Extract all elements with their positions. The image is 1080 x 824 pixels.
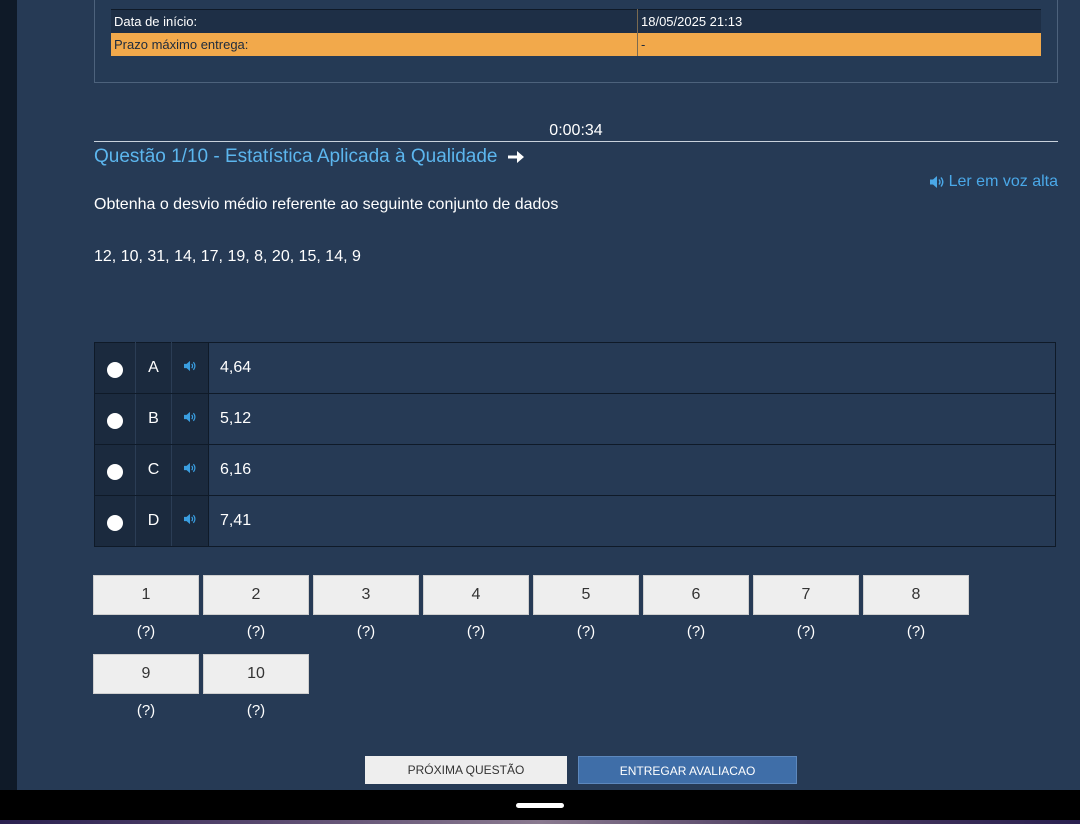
qnav-status-9: (?) [136, 702, 156, 719]
option-a-radio-cell[interactable] [94, 342, 136, 394]
option-d-radio[interactable] [107, 515, 123, 531]
qnav-item-4: 4 (?) [423, 575, 529, 641]
speaker-icon [184, 462, 196, 474]
option-a-value[interactable]: 4,64 [208, 342, 1056, 394]
qnav-item-3: 3 (?) [313, 575, 419, 641]
speaker-icon [929, 176, 944, 188]
option-a-speaker-button[interactable] [171, 342, 209, 394]
qnav-button-2[interactable]: 2 [203, 575, 309, 615]
arrow-right-icon [508, 151, 525, 163]
timer: 0:00:34 [549, 122, 603, 139]
answer-options: A 4,64 B 5,12 C 6,16 D 7,41 [94, 342, 1056, 547]
qnav-item-7: 7 (?) [753, 575, 859, 641]
system-navigation-bar [0, 790, 1080, 824]
qnav-item-6: 6 (?) [643, 575, 749, 641]
speaker-icon [184, 513, 196, 525]
read-aloud-label: Ler em voz alta [948, 173, 1058, 190]
deadline-row: Prazo máximo entrega: - [111, 33, 1041, 56]
question-title: Questão 1/10 - Estatística Aplicada à Qu… [94, 146, 498, 167]
option-c-radio-cell[interactable] [94, 444, 136, 496]
option-row-b[interactable]: B 5,12 [94, 393, 1056, 445]
option-d-speaker-button[interactable] [171, 495, 209, 547]
qnav-status-7: (?) [796, 623, 816, 640]
option-b-speaker-button[interactable] [171, 393, 209, 445]
deadline-value: - [637, 33, 1041, 56]
qnav-item-1: 1 (?) [93, 575, 199, 641]
option-d-radio-cell[interactable] [94, 495, 136, 547]
option-c-value[interactable]: 6,16 [208, 444, 1056, 496]
qnav-button-4[interactable]: 4 [423, 575, 529, 615]
home-gesture-pill[interactable] [516, 803, 564, 808]
divider [94, 141, 1058, 142]
option-row-c[interactable]: C 6,16 [94, 444, 1056, 496]
qnav-button-6[interactable]: 6 [643, 575, 749, 615]
qnav-button-3[interactable]: 3 [313, 575, 419, 615]
start-date-label: Data de início: [111, 9, 638, 33]
option-c-radio[interactable] [107, 464, 123, 480]
qnav-button-8[interactable]: 8 [863, 575, 969, 615]
qnav-button-1[interactable]: 1 [93, 575, 199, 615]
start-date-row: Data de início: 18/05/2025 21:13 [111, 9, 1041, 33]
exam-info-table: Data de início: 18/05/2025 21:13 Prazo m… [111, 9, 1041, 56]
exam-info-box: Data de início: 18/05/2025 21:13 Prazo m… [94, 0, 1058, 83]
deadline-label: Prazo máximo entrega: [111, 33, 638, 56]
option-d-letter: D [135, 495, 172, 547]
qnav-status-6: (?) [686, 623, 706, 640]
qnav-button-10[interactable]: 10 [203, 654, 309, 694]
option-b-letter: B [135, 393, 172, 445]
read-aloud-button[interactable]: Ler em voz alta [929, 172, 1058, 192]
question-dataset: 12, 10, 31, 14, 17, 19, 8, 20, 15, 14, 9 [94, 248, 361, 265]
qnav-item-5: 5 (?) [533, 575, 639, 641]
qnav-status-5: (?) [576, 623, 596, 640]
qnav-status-4: (?) [466, 623, 486, 640]
qnav-status-3: (?) [356, 623, 376, 640]
wallpaper-strip [0, 820, 1080, 824]
question-title-link[interactable]: Questão 1/10 - Estatística Aplicada à Qu… [94, 145, 525, 169]
speaker-icon [184, 411, 196, 423]
qnav-status-8: (?) [906, 623, 926, 640]
qnav-item-10: 10 (?) [203, 654, 309, 720]
option-row-d[interactable]: D 7,41 [94, 495, 1056, 547]
qnav-button-5[interactable]: 5 [533, 575, 639, 615]
qnav-item-9: 9 (?) [93, 654, 199, 720]
submit-exam-button[interactable]: ENTREGAR AVALIACAO [578, 756, 797, 784]
qnav-item-2: 2 (?) [203, 575, 309, 641]
option-c-letter: C [135, 444, 172, 496]
qnav-status-1: (?) [136, 623, 156, 640]
option-b-value[interactable]: 5,12 [208, 393, 1056, 445]
option-c-speaker-button[interactable] [171, 444, 209, 496]
option-d-value[interactable]: 7,41 [208, 495, 1056, 547]
option-b-radio-cell[interactable] [94, 393, 136, 445]
speaker-icon [184, 360, 196, 372]
qnav-button-9[interactable]: 9 [93, 654, 199, 694]
option-a-radio[interactable] [107, 362, 123, 378]
qnav-status-2: (?) [246, 623, 266, 640]
qnav-item-8: 8 (?) [863, 575, 969, 641]
qnav-button-7[interactable]: 7 [753, 575, 859, 615]
left-rail [0, 0, 17, 790]
option-row-a[interactable]: A 4,64 [94, 342, 1056, 394]
option-a-letter: A [135, 342, 172, 394]
start-date-value: 18/05/2025 21:13 [637, 9, 1041, 33]
option-b-radio[interactable] [107, 413, 123, 429]
question-text: Obtenha o desvio médio referente ao segu… [94, 196, 559, 213]
next-question-button[interactable]: PRÓXIMA QUESTÃO [365, 756, 567, 784]
qnav-status-10: (?) [246, 702, 266, 719]
